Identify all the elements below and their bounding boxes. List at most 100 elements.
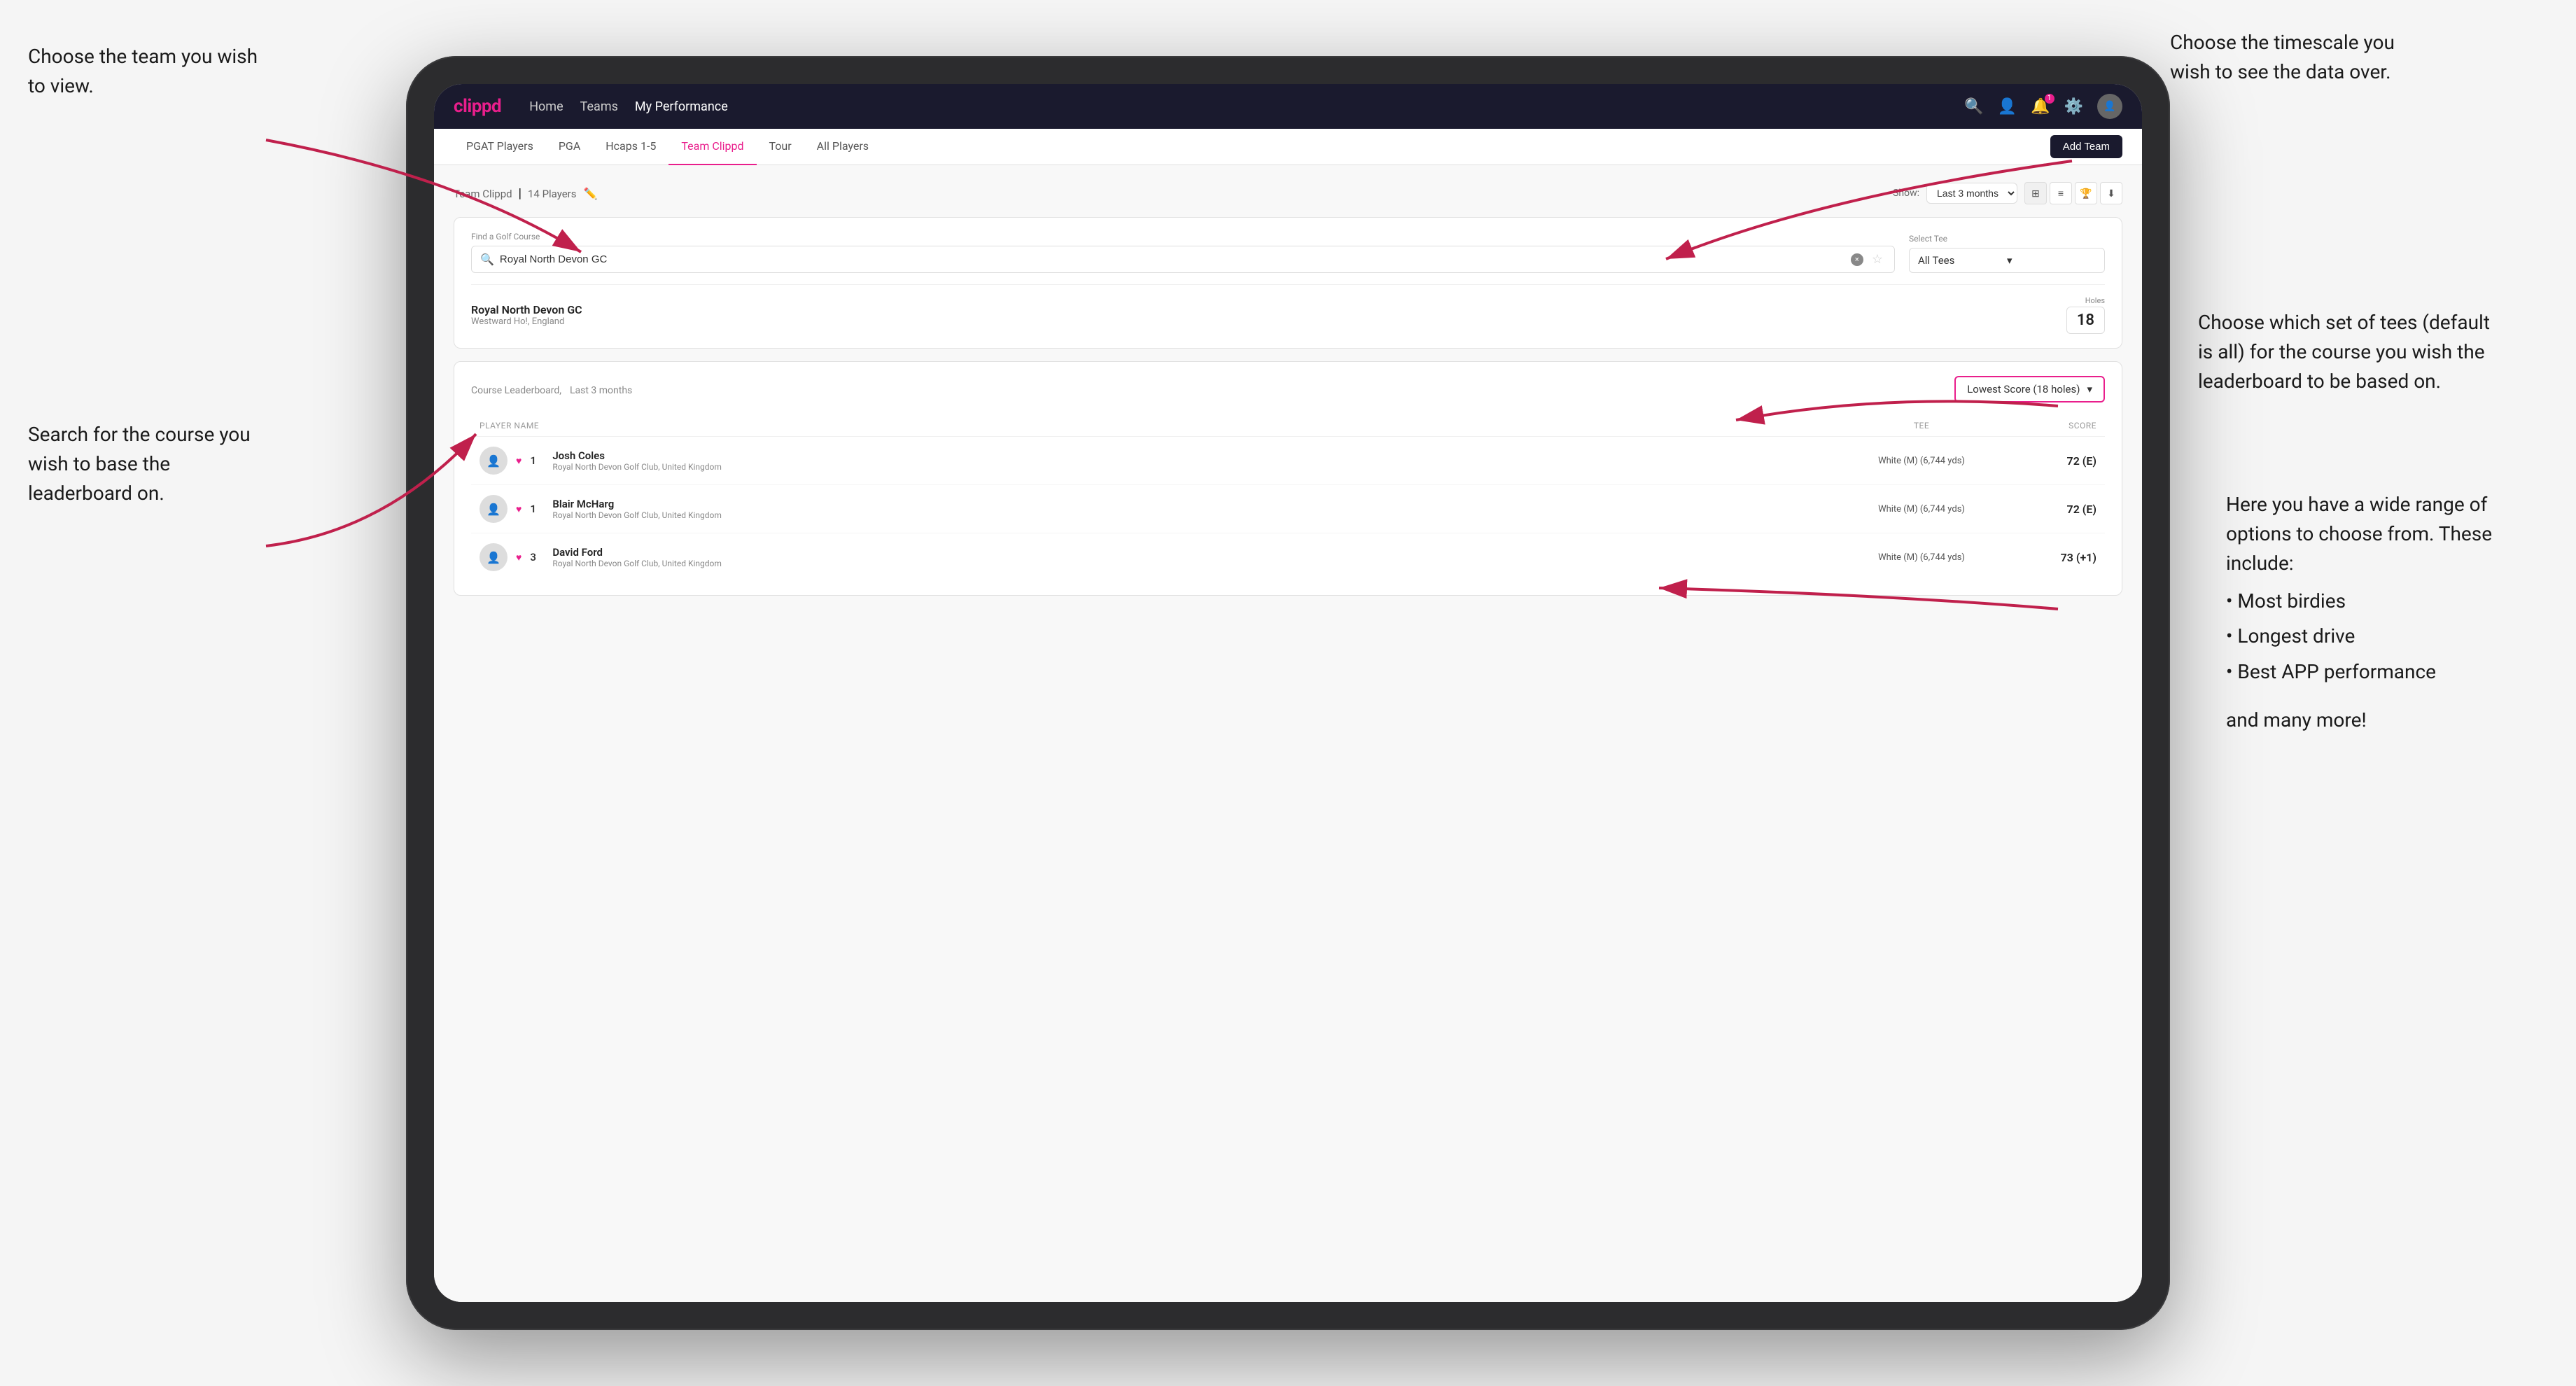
table-row: 👤 ♥ 3 David Ford Royal North Devon Golf … — [471, 533, 2105, 581]
view-icons: ⊞ ≡ 🏆 ⬇ — [2024, 182, 2122, 204]
tee-select[interactable]: All Tees ▾ — [1909, 248, 2105, 273]
nav-logo: clippd — [454, 96, 501, 117]
people-icon[interactable]: 👤 — [1998, 98, 2017, 115]
avatar: 👤 — [479, 543, 507, 571]
nav-link-home[interactable]: Home — [529, 99, 563, 114]
leaderboard-title: Course Leaderboard, Last 3 months — [471, 383, 632, 396]
player-club-1: Royal North Devon Golf Club, United King… — [552, 462, 722, 472]
show-period-select[interactable]: Last 3 months — [1926, 183, 2017, 204]
annotation-top-right-text: Choose the timescale you wish to see the… — [2170, 31, 2395, 83]
chevron-down-icon: ▾ — [2007, 254, 2096, 267]
nav-link-teams[interactable]: Teams — [580, 99, 618, 114]
score-type-select[interactable]: Lowest Score (18 holes) ▾ — [1954, 376, 2105, 402]
player-info-3: David Ford Royal North Devon Golf Club, … — [552, 546, 722, 568]
search-input-icon: 🔍 — [480, 253, 494, 266]
tablet-frame: clippd Home Teams My Performance 🔍 👤 🔔 1… — [406, 56, 2170, 1330]
col-header-score: SCORE — [2012, 421, 2096, 430]
holes-label: Holes — [2066, 296, 2105, 305]
download-button[interactable]: ⬇ — [2100, 182, 2122, 204]
subnav-teamclippd[interactable]: Team Clippd — [668, 129, 756, 165]
find-course-col: Find a Golf Course 🔍 × ☆ — [471, 232, 1895, 273]
annotation-mid-right: Choose which set of tees (default is all… — [2198, 308, 2506, 396]
edit-icon[interactable]: ✏️ — [584, 187, 598, 200]
heart-icon[interactable]: ♥ — [516, 503, 522, 515]
find-course-label: Find a Golf Course — [471, 232, 1895, 241]
heart-icon[interactable]: ♥ — [516, 455, 522, 467]
col-header-player: PLAYER NAME — [479, 421, 1830, 430]
course-info: Royal North Devon GC Westward Ho!, Engla… — [471, 303, 2066, 327]
team-header: Team Clippd | 14 Players ✏️ Show: Last 3… — [454, 182, 2122, 204]
nav-links: Home Teams My Performance — [529, 99, 728, 114]
course-search-wrap: 🔍 × ☆ — [471, 246, 1895, 273]
annotation-bottom-left: Search for the course you wish to base t… — [28, 420, 266, 508]
settings-icon[interactable]: ⚙️ — [2064, 98, 2083, 115]
rank-1: 1 — [530, 454, 544, 467]
course-holes: Holes 18 — [2066, 296, 2105, 334]
col-header-tee: TEE — [1830, 421, 2012, 430]
bullet-drive: Longest drive — [2226, 619, 2534, 654]
team-title: Team Clippd | 14 Players — [454, 186, 577, 201]
subnav-hcaps[interactable]: Hcaps 1-5 — [593, 129, 668, 165]
grid-view-button[interactable]: ⊞ — [2024, 182, 2047, 204]
user-avatar[interactable]: 👤 — [2097, 94, 2122, 119]
course-result: Royal North Devon GC Westward Ho!, Engla… — [471, 284, 2105, 334]
annotation-top-left: Choose the team you wish to view. — [28, 42, 266, 101]
subnav-tour[interactable]: Tour — [757, 129, 804, 165]
list-view-button[interactable]: ≡ — [2050, 182, 2072, 204]
player-cell-2: 👤 ♥ 1 Blair McHarg Royal North Devon Gol… — [479, 495, 1830, 523]
trophy-view-button[interactable]: 🏆 — [2075, 182, 2097, 204]
player-name-3: David Ford — [552, 546, 722, 559]
leaderboard-subtitle: Last 3 months — [570, 385, 632, 396]
course-search-input[interactable] — [500, 253, 1845, 265]
annotation-bottom-left-text: Search for the course you wish to base t… — [28, 423, 251, 505]
leaderboard-table: PLAYER NAME TEE SCORE 👤 ♥ 1 Josh Coles — [471, 415, 2105, 581]
avatar: 👤 — [479, 447, 507, 475]
content-area: Team Clippd | 14 Players ✏️ Show: Last 3… — [434, 165, 2142, 1302]
score-cell-1: 72 (E) — [2012, 454, 2096, 468]
nav-link-myperformance[interactable]: My Performance — [635, 99, 728, 114]
annotation-top-right: Choose the timescale you wish to see the… — [2170, 28, 2436, 87]
holes-number: 18 — [2066, 307, 2105, 334]
nav-icons: 🔍 👤 🔔 1 ⚙️ 👤 — [1964, 94, 2122, 119]
player-club-2: Royal North Devon Golf Club, United King… — [552, 510, 722, 520]
annotation-bullets: Most birdies Longest drive Best APP perf… — [2226, 584, 2534, 690]
annotation-bottom-right-text: Here you have a wide range of options to… — [2226, 493, 2492, 575]
player-info-2: Blair McHarg Royal North Devon Golf Club… — [552, 498, 722, 520]
star-button[interactable]: ☆ — [1869, 252, 1886, 267]
subnav-pga[interactable]: PGA — [546, 129, 593, 165]
player-cell-3: 👤 ♥ 3 David Ford Royal North Devon Golf … — [479, 543, 1830, 571]
select-tee-col: Select Tee All Tees ▾ — [1909, 234, 2105, 273]
score-cell-2: 72 (E) — [2012, 503, 2096, 516]
subnav-allplayers[interactable]: All Players — [804, 129, 881, 165]
table-row: 👤 ♥ 1 Blair McHarg Royal North Devon Gol… — [471, 485, 2105, 533]
subnav-pgat[interactable]: PGAT Players — [454, 129, 546, 165]
select-tee-label: Select Tee — [1909, 234, 2105, 244]
annotation-mid-right-text: Choose which set of tees (default is all… — [2198, 311, 2490, 393]
player-info-1: Josh Coles Royal North Devon Golf Club, … — [552, 449, 722, 472]
player-club-3: Royal North Devon Golf Club, United King… — [552, 559, 722, 568]
tee-cell-1: White (M) (6,744 yds) — [1830, 456, 2012, 466]
course-search-section: Find a Golf Course 🔍 × ☆ Select Tee All … — [454, 217, 2122, 349]
course-location: Westward Ho!, England — [471, 316, 2066, 327]
player-name-1: Josh Coles — [552, 449, 722, 462]
score-type-chevron-icon: ▾ — [2087, 383, 2092, 396]
heart-icon[interactable]: ♥ — [516, 552, 522, 564]
nav-bar: clippd Home Teams My Performance 🔍 👤 🔔 1… — [434, 84, 2142, 129]
search-icon[interactable]: 🔍 — [1964, 98, 1983, 115]
tee-value: All Tees — [1918, 254, 2007, 267]
annotation-bottom-right-footer: and many more! — [2226, 706, 2534, 734]
leaderboard-header: Course Leaderboard, Last 3 months Lowest… — [471, 376, 2105, 402]
annotation-top-left-text: Choose the team you wish to view. — [28, 45, 258, 97]
rank-3: 3 — [530, 551, 544, 564]
leaderboard-section: Course Leaderboard, Last 3 months Lowest… — [454, 361, 2122, 596]
course-name: Royal North Devon GC — [471, 303, 2066, 316]
search-row: Find a Golf Course 🔍 × ☆ Select Tee All … — [471, 232, 2105, 273]
bullet-birdies: Most birdies — [2226, 584, 2534, 619]
tee-cell-2: White (M) (6,744 yds) — [1830, 504, 2012, 514]
player-name-2: Blair McHarg — [552, 498, 722, 510]
add-team-button[interactable]: Add Team — [2050, 135, 2122, 158]
bell-icon[interactable]: 🔔 1 — [2031, 98, 2050, 115]
clear-search-button[interactable]: × — [1851, 253, 1863, 266]
player-count: 14 Players — [528, 188, 577, 200]
avatar: 👤 — [479, 495, 507, 523]
